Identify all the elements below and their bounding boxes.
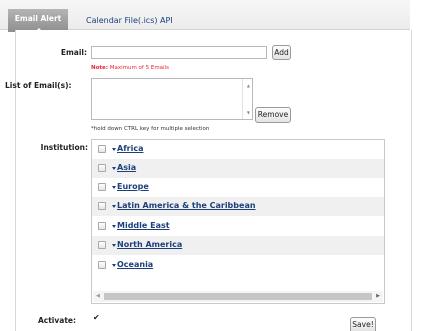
region-link[interactable]: Latin America & the Caribbean <box>117 201 256 210</box>
tab-calendar-file-api[interactable]: Calendar File(.ics) API <box>86 16 173 25</box>
region-checkbox[interactable] <box>98 145 106 153</box>
list-item-region: North America <box>92 236 384 255</box>
region-link[interactable]: Europe <box>117 182 149 191</box>
listbox-scrollbar[interactable]: ▲ ▼ <box>242 79 252 119</box>
list-item-region: Latin America & the Caribbean <box>92 197 384 216</box>
region-link[interactable]: Asia <box>117 163 136 172</box>
list-item-region: Europe <box>92 178 384 197</box>
save-button[interactable]: Save! <box>350 317 376 331</box>
tab-email-alert[interactable]: Email Alert <box>8 9 68 32</box>
activate-label: Activate: <box>37 316 76 325</box>
list-item-region: Africa <box>92 140 384 159</box>
remove-button[interactable]: Remove <box>255 107 291 123</box>
list-item-region: Oceania <box>92 256 384 275</box>
email-input[interactable] <box>91 46 267 59</box>
tab-bar: Email Alert Calendar File(.ics) API <box>0 0 410 32</box>
scroll-left-icon[interactable]: ◀ <box>96 293 100 299</box>
institution-label: Institution: <box>40 143 88 152</box>
region-checkbox[interactable] <box>98 241 106 249</box>
scroll-thumb[interactable] <box>104 293 372 300</box>
expand-caret-icon[interactable] <box>112 264 116 267</box>
region-link[interactable]: North America <box>117 240 182 249</box>
expand-caret-icon[interactable] <box>112 225 116 228</box>
add-button[interactable]: Add <box>272 45 291 60</box>
multi-select-hint: *hold down CTRL key for multiple selecti… <box>91 126 210 132</box>
scroll-up-icon[interactable]: ▲ <box>247 83 250 88</box>
scroll-down-icon[interactable]: ▼ <box>247 110 250 115</box>
region-checkbox[interactable] <box>98 202 106 210</box>
expand-caret-icon[interactable] <box>112 244 116 247</box>
note-text: Maximum of 5 Emails <box>107 65 169 71</box>
expand-caret-icon[interactable] <box>112 167 116 170</box>
list-item-region: Asia <box>92 159 384 178</box>
region-link[interactable]: Oceania <box>117 260 153 269</box>
email-list-label: List of Email(s): <box>5 81 72 90</box>
region-checkbox[interactable] <box>98 222 106 230</box>
tab-email-alert-label: Email Alert <box>14 14 62 23</box>
expand-caret-icon[interactable] <box>112 148 116 151</box>
horizontal-scrollbar[interactable]: ◀ ▶ <box>93 291 383 302</box>
list-item-region: Middle East <box>92 217 384 236</box>
region-checkbox[interactable] <box>98 261 106 269</box>
activate-checkbox[interactable]: ✔ <box>93 314 101 322</box>
email-label: Email: <box>60 48 87 57</box>
region-link[interactable]: Africa <box>117 144 144 153</box>
scroll-right-icon[interactable]: ▶ <box>376 293 380 299</box>
expand-caret-icon[interactable] <box>112 186 116 189</box>
region-checkbox[interactable] <box>98 183 106 191</box>
institution-list: Africa Asia Europe Latin America & the C… <box>91 139 385 304</box>
region-link[interactable]: Middle East <box>117 221 170 230</box>
region-checkbox[interactable] <box>98 164 106 172</box>
expand-caret-icon[interactable] <box>112 205 116 208</box>
note-prefix: Note: <box>91 65 108 71</box>
email-listbox[interactable]: ▲ ▼ <box>91 78 253 120</box>
email-note: Note: Maximum of 5 Emails <box>91 65 169 71</box>
